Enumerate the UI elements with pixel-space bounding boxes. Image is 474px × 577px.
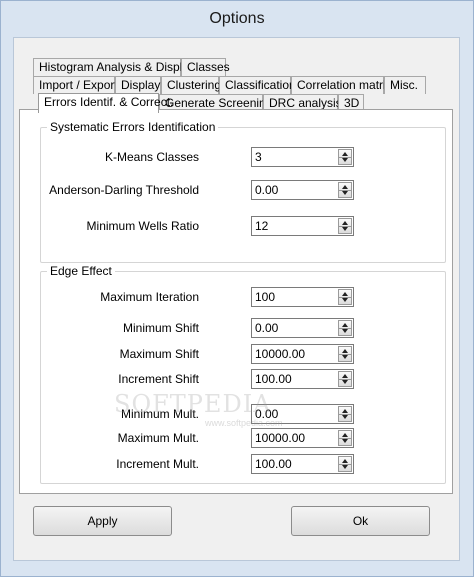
tab-correlation-matrix[interactable]: Correlation matrix xyxy=(291,76,392,94)
spin-arrows-icon[interactable] xyxy=(338,218,352,234)
spin-arrows-icon[interactable] xyxy=(338,456,352,472)
increment-shift-value[interactable]: 100.00 xyxy=(255,372,292,386)
window-title: Options xyxy=(209,10,265,27)
apply-button[interactable]: Apply xyxy=(33,506,172,536)
tab-display[interactable]: Display xyxy=(115,76,161,94)
edge-effect-title: Edge Effect xyxy=(47,264,115,278)
spin-arrows-icon[interactable] xyxy=(338,149,352,165)
maximum-mult-value[interactable]: 10000.00 xyxy=(255,431,305,445)
anderson-darling-label: Anderson-Darling Threshold xyxy=(49,183,199,197)
systematic-errors-title: Systematic Errors Identification xyxy=(47,120,219,134)
spin-arrows-icon[interactable] xyxy=(338,406,352,422)
tab-classification[interactable]: Classification xyxy=(219,76,296,94)
increment-mult-value[interactable]: 100.00 xyxy=(255,457,292,471)
maximum-shift-spinner[interactable]: 10000.00 xyxy=(251,344,354,364)
ok-button[interactable]: Ok xyxy=(291,506,430,536)
minimum-mult-label: Minimum Mult. xyxy=(120,407,199,421)
minimum-shift-spinner[interactable]: 0.00 xyxy=(251,318,354,338)
maximum-mult-label: Maximum Mult. xyxy=(117,431,199,445)
increment-mult-spinner[interactable]: 100.00 xyxy=(251,454,354,474)
minimum-wells-ratio-label: Minimum Wells Ratio xyxy=(86,219,199,233)
maximum-iteration-value[interactable]: 100 xyxy=(255,290,275,304)
spin-arrows-icon[interactable] xyxy=(338,371,352,387)
increment-shift-spinner[interactable]: 100.00 xyxy=(251,369,354,389)
maximum-shift-label: Maximum Shift xyxy=(119,347,199,361)
minimum-shift-label: Minimum Shift xyxy=(122,321,199,335)
kmeans-classes-label: K-Means Classes xyxy=(104,150,199,164)
increment-shift-label: Increment Shift xyxy=(118,372,199,386)
spin-arrows-icon[interactable] xyxy=(338,320,352,336)
increment-mult-label: Increment Mult. xyxy=(116,457,199,471)
minimum-wells-ratio-value[interactable]: 12 xyxy=(255,219,268,233)
tab-misc[interactable]: Misc. xyxy=(384,76,426,94)
minimum-wells-ratio-spinner[interactable]: 12 xyxy=(251,216,354,236)
tab-panel-errors-identif: Systematic Errors Identification K-Means… xyxy=(19,109,453,494)
spin-arrows-icon[interactable] xyxy=(338,289,352,305)
tab-errors-identif-correct[interactable]: Errors Identif. & Correct. xyxy=(38,93,173,113)
minimum-shift-value[interactable]: 0.00 xyxy=(255,321,278,335)
spin-arrows-icon[interactable] xyxy=(338,430,352,446)
anderson-darling-value[interactable]: 0.00 xyxy=(255,183,278,197)
maximum-iteration-label: Maximum Iteration xyxy=(100,290,199,304)
title-bar[interactable]: Options xyxy=(1,1,473,37)
minimum-mult-spinner[interactable]: 0.00 xyxy=(251,404,354,424)
tab-classes[interactable]: Classes xyxy=(181,58,230,76)
spin-arrows-icon[interactable] xyxy=(338,182,352,198)
tab-import-export[interactable]: Import / Export xyxy=(33,76,118,94)
tab-histogram-analysis-display[interactable]: Histogram Analysis & Display xyxy=(33,58,195,76)
maximum-iteration-spinner[interactable]: 100 xyxy=(251,287,354,307)
maximum-mult-spinner[interactable]: 10000.00 xyxy=(251,428,354,448)
tab-clustering[interactable]: Clustering xyxy=(161,76,221,94)
spin-arrows-icon[interactable] xyxy=(338,346,352,362)
kmeans-classes-spinner[interactable]: 3 xyxy=(251,147,354,167)
maximum-shift-value[interactable]: 10000.00 xyxy=(255,347,305,361)
minimum-mult-value[interactable]: 0.00 xyxy=(255,407,278,421)
anderson-darling-spinner[interactable]: 0.00 xyxy=(251,180,354,200)
kmeans-classes-value[interactable]: 3 xyxy=(255,150,262,164)
